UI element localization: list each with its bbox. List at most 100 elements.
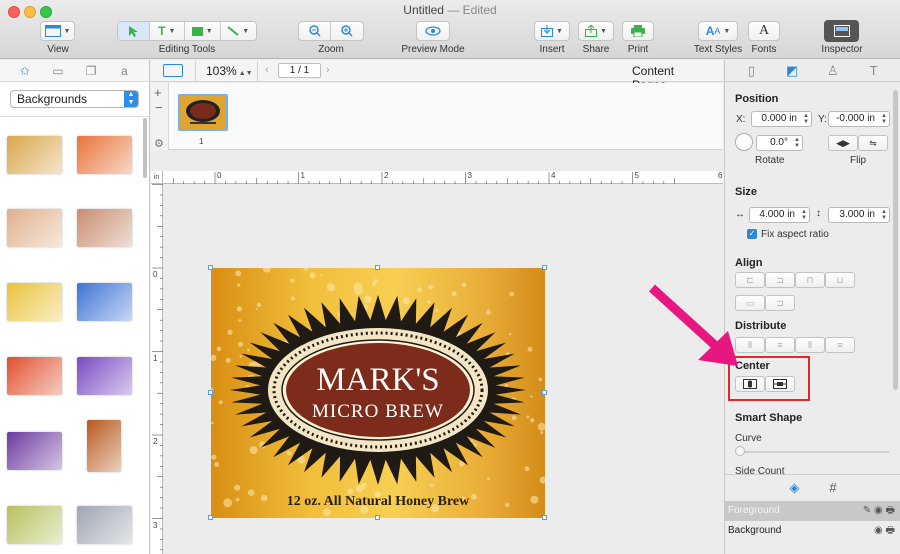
gear-icon[interactable]: ⚙ — [154, 137, 164, 150]
curve-slider[interactable] — [739, 451, 889, 453]
align-title: Align — [735, 257, 763, 269]
align-center-button[interactable]: ⊐ — [765, 272, 795, 288]
print-button[interactable] — [622, 21, 654, 41]
rotate-knob[interactable] — [735, 133, 753, 151]
share-button[interactable]: ▼ — [578, 21, 614, 41]
document-icon[interactable]: ▯ — [743, 63, 759, 79]
x-label: X: — [736, 114, 746, 125]
fonts-label: Fonts — [751, 44, 777, 55]
shapes-icon[interactable]: ❐ — [83, 63, 99, 79]
text-object-icon[interactable]: a — [116, 63, 132, 79]
style-icon[interactable]: ♙ — [825, 63, 841, 79]
sidebar-scrollbar[interactable] — [143, 118, 147, 178]
layout-icon[interactable]: ◩ — [784, 63, 800, 79]
align-right-button[interactable]: ⊐ — [765, 295, 795, 311]
label-artwork[interactable]: MARK'S MICRO BREW 12 oz. All Natural Hon… — [208, 264, 547, 520]
distribute-spacing-h-button[interactable]: ⫴ — [795, 337, 825, 353]
previous-page-button[interactable]: ‹ — [265, 64, 269, 76]
thumbnail-bg-black-stroke[interactable] — [7, 136, 62, 174]
resize-handle-bottom-right[interactable] — [542, 515, 547, 520]
inspector-label: Inspector — [821, 44, 863, 55]
ruler-tick-label: 5 — [634, 171, 639, 180]
text-tool-button[interactable]: T ▼ — [150, 22, 186, 40]
shape-tool-button[interactable]: ▼ — [185, 22, 221, 40]
thumbnail-bg-gray-wave[interactable] — [77, 506, 132, 544]
pointer-arrow-icon — [648, 284, 738, 366]
line-tool-button[interactable]: ▼ — [221, 22, 256, 40]
ruler-tick-label: 2 — [153, 437, 158, 446]
page-field[interactable]: 1 / 1 — [278, 63, 321, 78]
resize-handle-top-right[interactable] — [542, 265, 547, 270]
label-title: MARK'S — [316, 362, 439, 398]
thumbnail-bg-sunset[interactable] — [87, 420, 121, 472]
fix-aspect-checkbox[interactable]: ✓ — [747, 229, 757, 239]
view-button[interactable]: ▼ — [40, 21, 75, 41]
layer-visibility-print-icons[interactable]: ✎ ◉ 🖶 — [863, 501, 895, 521]
thumbnail-bg-green-yellow[interactable] — [7, 506, 62, 544]
thumbnail-bg-blue-wash[interactable] — [77, 283, 132, 321]
distribute-vertical-button[interactable]: ≡ — [765, 337, 795, 353]
layer-background[interactable]: Background ◉ 🖶 — [725, 521, 900, 541]
ruler-tick-label: 6 — [718, 171, 723, 180]
align-top-button[interactable]: ⊓ — [795, 272, 825, 288]
rotate-field[interactable]: 0.0° ▲ ▼ — [756, 135, 803, 151]
image-icon[interactable]: ▭ — [50, 63, 66, 79]
preview-mode-button[interactable] — [416, 21, 450, 41]
thumbnail-bg-purple-wash[interactable] — [77, 357, 132, 395]
beer-label-image: MARK'S MICRO BREW 12 oz. All Natural Hon… — [208, 264, 547, 518]
zoom-select[interactable]: 103% ▲▼ — [206, 64, 253, 78]
thumbnail-bg-red-orange[interactable] — [7, 357, 62, 395]
thumbnail-bg-wood[interactable] — [77, 209, 132, 247]
width-field[interactable]: 4.000 in ▲ ▼ — [749, 207, 810, 223]
resize-handle-top[interactable] — [375, 265, 380, 270]
ruler-tick-label: 0 — [153, 270, 158, 279]
flip-horizontal-button[interactable]: ◀▶ — [828, 135, 858, 151]
thumbnail-bg-yellow-blue[interactable] — [7, 283, 62, 321]
category-select[interactable]: Backgrounds ▲ ▼ — [10, 90, 139, 108]
zoom-in-button[interactable] — [331, 22, 363, 40]
fonts-button[interactable]: A — [748, 21, 780, 41]
x-field[interactable]: 0.000 in ▲ ▼ — [751, 111, 812, 127]
inspector-button[interactable] — [824, 20, 859, 42]
resize-handle-left[interactable] — [208, 390, 213, 395]
select-tool-button[interactable] — [118, 22, 150, 40]
curve-slider-knob[interactable] — [735, 446, 745, 456]
align-bottom-button[interactable]: ⊔ — [825, 272, 855, 288]
layer-foreground[interactable]: Foreground ✎ ◉ 🖶 — [725, 501, 900, 521]
thumbnail-bg-violet-orange[interactable] — [7, 432, 62, 470]
ruler-tick-label: 2 — [384, 171, 389, 180]
thumbnail-bg-dots-orange[interactable] — [7, 209, 62, 247]
page-view-toggle-icon[interactable] — [163, 64, 183, 77]
flip-vertical-button[interactable]: ⇋ — [858, 135, 888, 151]
y-value: -0.000 in — [836, 113, 875, 124]
height-field[interactable]: 3.000 in ▲ ▼ — [828, 207, 890, 223]
resize-handle-bottom[interactable] — [375, 515, 380, 520]
page-controls: + − ⚙ — [151, 83, 169, 150]
resize-handle-bottom-left[interactable] — [208, 515, 213, 520]
inspector-scrollbar[interactable] — [893, 90, 898, 390]
distribute-spacing-v-button[interactable]: ≡ — [825, 337, 855, 353]
layers-icon[interactable]: ◈ — [789, 480, 799, 496]
page-thumbnail[interactable] — [178, 94, 228, 131]
star-icon[interactable]: ✩ — [17, 63, 33, 79]
text-icon[interactable]: T — [866, 63, 882, 78]
insert-button[interactable]: ▼ — [534, 21, 570, 41]
remove-page-button[interactable]: − — [155, 100, 163, 115]
text-styles-button[interactable]: A A ▼ — [698, 21, 738, 41]
ruler-tick-label: 3 — [467, 171, 472, 180]
resize-handle-top-left[interactable] — [208, 265, 213, 270]
resize-handle-right[interactable] — [542, 390, 547, 395]
arrow-pointer-icon — [129, 26, 139, 37]
layer-visibility-print-icons[interactable]: ◉ 🖶 — [874, 521, 895, 541]
next-page-button[interactable]: › — [326, 64, 330, 76]
share-icon — [585, 25, 598, 37]
thumbnail-bg-pink-stripes[interactable] — [77, 136, 132, 174]
zoom-out-icon — [308, 25, 321, 37]
inspector-tabs: ▯ ◩ ♙ T — [725, 60, 900, 82]
zoom-label: Zoom — [318, 44, 344, 55]
zoom-out-button[interactable] — [299, 22, 332, 40]
y-field[interactable]: -0.000 in ▲ ▼ — [828, 111, 890, 127]
grid-icon[interactable]: # — [829, 480, 836, 495]
ruler-tick-label: 0 — [217, 171, 222, 180]
add-page-button[interactable]: + — [154, 85, 162, 100]
